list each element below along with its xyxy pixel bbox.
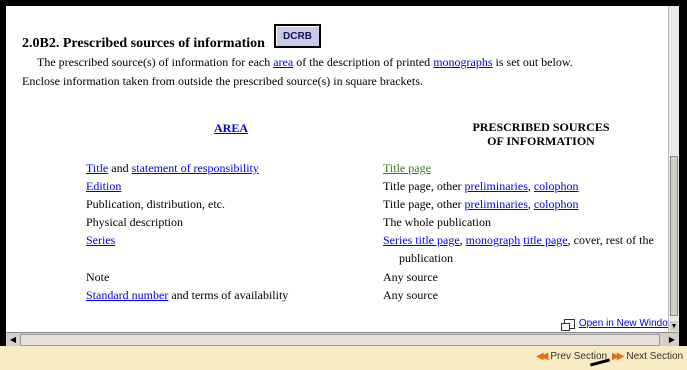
area-cell-physical-description: Physical description (86, 215, 183, 229)
open-new-window-label[interactable]: Open in New Window (579, 318, 675, 329)
sources-header-line-1: PRESCRIBED SOURCES (472, 120, 610, 134)
area-column-header-link[interactable]: AREA (186, 121, 276, 136)
intro-text-3: is set out below. (492, 55, 573, 69)
area-cell-edition: Edition (86, 177, 121, 195)
monographs-link[interactable]: monographs (433, 55, 492, 69)
colophon-link[interactable]: colophon (534, 179, 579, 193)
source-cell-publication: Title page, other preliminaries, colopho… (383, 195, 679, 213)
navigation-footer: ◀◀ Prev Section ▶▶ Next Section (0, 346, 687, 370)
area-cell-title: Title and statement of responsibility (86, 159, 259, 177)
area-cell-series: Series (86, 231, 115, 249)
preliminaries-link[interactable]: preliminaries (465, 197, 528, 211)
source-text: Title page, other (383, 179, 465, 193)
new-window-icon (560, 318, 575, 331)
intro-paragraph: The prescribed source(s) of information … (22, 53, 672, 91)
area-cell-standard-number: Standard number and terms of availabilit… (86, 286, 288, 304)
prev-section-button[interactable]: ◀◀ Prev Section (536, 351, 607, 362)
horizontal-scrollbar[interactable]: ◀ ▶ (6, 332, 679, 347)
colophon-link[interactable]: colophon (534, 197, 579, 211)
next-section-button[interactable]: ▶▶ Next Section (612, 351, 683, 362)
title-page-link[interactable]: Title page (383, 161, 431, 175)
area-text: and terms of availability (168, 288, 289, 302)
content-pane: 2.0B2. Prescribed sources of information… (6, 6, 679, 332)
source-cell-standard-number: Any source (383, 288, 438, 302)
intro-text-1: The prescribed source(s) of information … (37, 55, 274, 69)
statement-of-responsibility-link[interactable]: statement of responsibility (132, 161, 259, 175)
prev-arrow-icon: ◀◀ (536, 351, 549, 362)
horizontal-scroll-thumb[interactable] (20, 334, 660, 346)
edition-link[interactable]: Edition (86, 179, 121, 193)
scroll-left-arrow-icon[interactable]: ◀ (8, 334, 18, 346)
standard-number-link[interactable]: Standard number (86, 288, 168, 302)
scroll-right-arrow-icon[interactable]: ▶ (667, 334, 677, 346)
document-content: 2.0B2. Prescribed sources of information… (6, 6, 679, 332)
source-cell-title: Title page (383, 159, 679, 177)
vertical-scroll-thumb[interactable] (670, 156, 678, 316)
series-title-page-link[interactable]: Series title page (383, 233, 460, 247)
dcrb-button[interactable]: DCRB (274, 24, 321, 48)
section-heading: 2.0B2. Prescribed sources of information (22, 36, 265, 51)
series-link[interactable]: Series (86, 233, 115, 247)
next-arrow-icon: ▶▶ (612, 351, 625, 362)
source-text: , cover, rest of the (567, 233, 654, 247)
next-section-label[interactable]: Next Section (626, 351, 683, 362)
intro-text-2: of the description of printed (293, 55, 434, 69)
source-continuation: publication (399, 251, 453, 265)
intro-text-4: Enclose information taken from outside t… (22, 74, 423, 88)
title-link[interactable]: Title (86, 161, 108, 175)
open-new-window-link[interactable]: Open in New Window (560, 318, 675, 331)
area-cell-note: Note (86, 270, 110, 284)
vertical-scrollbar[interactable]: ▼ (668, 6, 679, 332)
title-page-link[interactable]: title page (523, 233, 567, 247)
monograph-link[interactable]: monograph (466, 233, 521, 247)
sources-column-header: PRESCRIBED SOURCES OF INFORMATION (446, 120, 636, 148)
scroll-down-arrow-icon[interactable]: ▼ (670, 321, 678, 331)
source-cell-edition: Title page, other preliminaries, colopho… (383, 177, 679, 195)
source-text: Title page, other (383, 197, 465, 211)
source-cell-physical-description: The whole publication (383, 215, 491, 229)
source-cell-note: Any source (383, 270, 438, 284)
sources-header-line-2: OF INFORMATION (487, 134, 595, 148)
source-cell-series: Series title page, monograph title page,… (383, 231, 679, 267)
preliminaries-link[interactable]: preliminaries (465, 179, 528, 193)
area-text: and (108, 161, 132, 175)
area-link[interactable]: area (273, 55, 293, 69)
area-cell-publication: Publication, distribution, etc. (86, 197, 225, 211)
